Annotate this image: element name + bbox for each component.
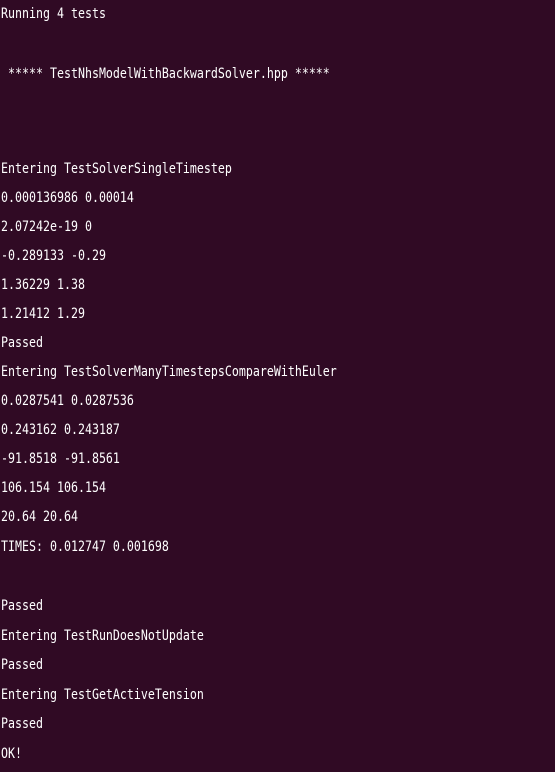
output-line: Running 4 tests xyxy=(1,6,106,22)
output-line: 0.000136986 0.00014 xyxy=(1,190,134,206)
output-line: Passed xyxy=(1,657,43,673)
output-line: Passed xyxy=(1,598,43,614)
output-line: OK! xyxy=(1,746,22,762)
output-line: 1.21412 1.29 xyxy=(1,306,85,322)
output-line: Passed xyxy=(1,335,43,351)
output-line: -0.289133 -0.29 xyxy=(1,248,106,264)
output-line: Entering TestSolverManyTimestepsCompareW… xyxy=(1,364,337,380)
output-line: ***** TestNhsModelWithBackwardSolver.hpp… xyxy=(1,66,330,82)
output-line: TIMES: 0.012747 0.001698 xyxy=(1,539,169,555)
output-line: Entering TestSolverSingleTimestep xyxy=(1,161,232,177)
output-line: 20.64 20.64 xyxy=(1,509,78,525)
output-line: Entering TestGetActiveTension xyxy=(1,687,204,703)
output-line: 0.243162 0.243187 xyxy=(1,422,120,438)
terminal-output[interactable]: Running 4 tests ***** TestNhsModelWithBa… xyxy=(0,0,555,772)
output-line: Entering TestRunDoesNotUpdate xyxy=(1,628,204,644)
output-line: Passed xyxy=(1,716,43,732)
output-line: 106.154 106.154 xyxy=(1,480,106,496)
output-line: 0.0287541 0.0287536 xyxy=(1,393,134,409)
output-line: 2.07242e-19 0 xyxy=(1,219,92,235)
output-line: 1.36229 1.38 xyxy=(1,277,85,293)
output-line: -91.8518 -91.8561 xyxy=(1,451,120,467)
